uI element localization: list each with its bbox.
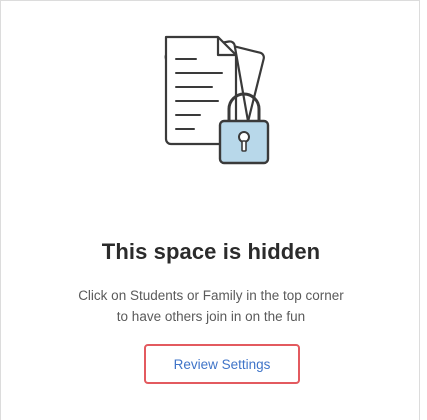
empty-state-description: Click on Students or Family in the top c…	[1, 285, 421, 327]
empty-state-title: This space is hidden	[101, 239, 321, 264]
description-line-1: Click on Students or Family in the top c…	[78, 288, 344, 303]
documents-lock-icon	[164, 35, 270, 165]
review-settings-highlight: Review Settings	[144, 344, 300, 384]
description-line-2: to have others join in on the fun	[116, 309, 306, 324]
empty-state-panel: This space is hidden Click on Students o…	[0, 0, 420, 420]
review-settings-button[interactable]: Review Settings	[174, 357, 271, 372]
